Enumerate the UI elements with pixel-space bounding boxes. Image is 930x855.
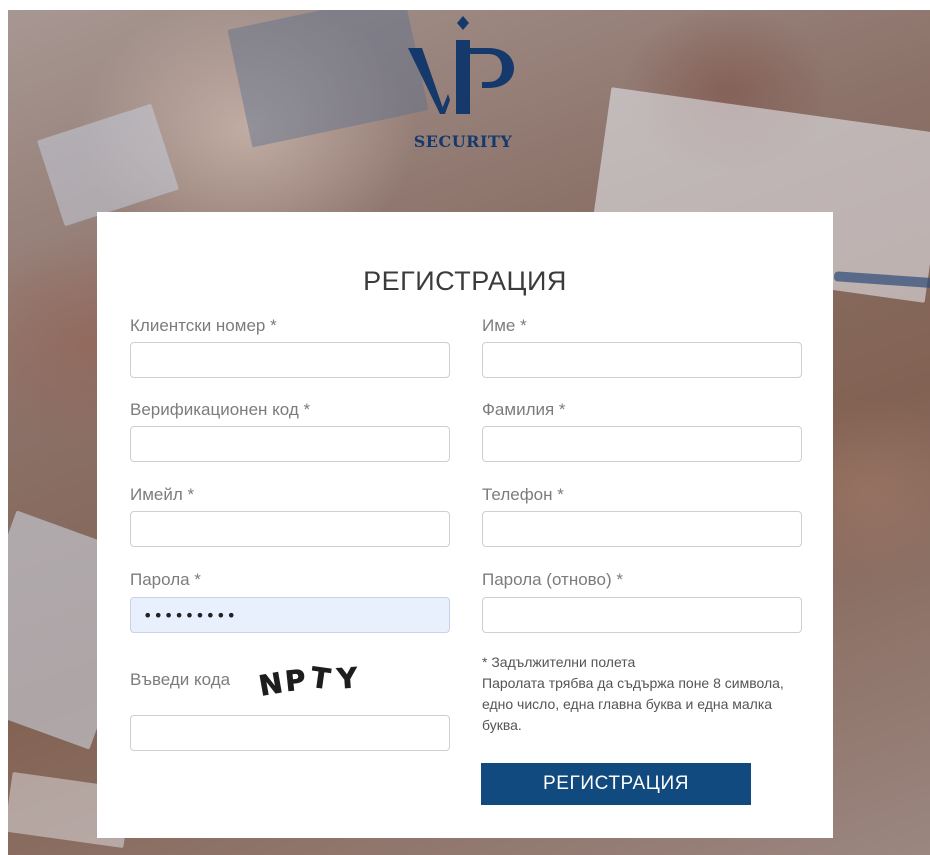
captcha-image: N P T Y bbox=[257, 660, 359, 698]
registration-card: РЕГИСТРАЦИЯ Клиентски номер * Име * Вери… bbox=[97, 212, 833, 838]
password-repeat-input[interactable] bbox=[482, 597, 802, 633]
last-name-input[interactable] bbox=[482, 426, 802, 462]
phone-label: Телефон * bbox=[482, 485, 564, 504]
password-repeat-label: Парола (отново) * bbox=[482, 570, 623, 589]
password-rule-note: Паролата трябва да съдържа поне 8 символ… bbox=[482, 675, 784, 733]
password-label: Парола * bbox=[130, 570, 201, 589]
captcha-char-4: Y bbox=[335, 661, 359, 695]
phone-input[interactable] bbox=[482, 511, 802, 547]
verification-code-input[interactable] bbox=[130, 426, 450, 462]
last-name-label: Фамилия * bbox=[482, 400, 566, 419]
password-masked-value: ••••••••• bbox=[143, 606, 237, 625]
email-label: Имейл * bbox=[130, 485, 195, 504]
password-input[interactable]: ••••••••• bbox=[130, 597, 450, 633]
first-name-input[interactable] bbox=[482, 342, 802, 378]
verification-code-label: Верификационен код * bbox=[130, 400, 311, 419]
first-name-label: Име * bbox=[482, 316, 527, 335]
captcha-char-2: P bbox=[283, 663, 307, 698]
page-title: РЕГИСТРАЦИЯ bbox=[363, 266, 567, 296]
vip-logo-icon bbox=[408, 16, 514, 114]
captcha-char-1: N bbox=[257, 666, 285, 698]
email-input[interactable] bbox=[130, 511, 450, 547]
brand-wordmark: SECURITY bbox=[413, 132, 513, 151]
client-number-input[interactable] bbox=[130, 342, 450, 378]
captcha-label: Въведи кода bbox=[130, 670, 231, 689]
form-notes: * Задължителни полета Паролата трябва да… bbox=[482, 652, 812, 736]
required-fields-note: * Задължителни полета bbox=[482, 654, 636, 670]
captcha-input[interactable] bbox=[130, 715, 450, 751]
register-button[interactable]: РЕГИСТРАЦИЯ bbox=[481, 763, 751, 805]
client-number-label: Клиентски номер * bbox=[130, 316, 277, 335]
brand-logo: SECURITY bbox=[398, 10, 528, 160]
captcha-char-3: T bbox=[309, 661, 333, 696]
background-paper bbox=[37, 103, 179, 227]
